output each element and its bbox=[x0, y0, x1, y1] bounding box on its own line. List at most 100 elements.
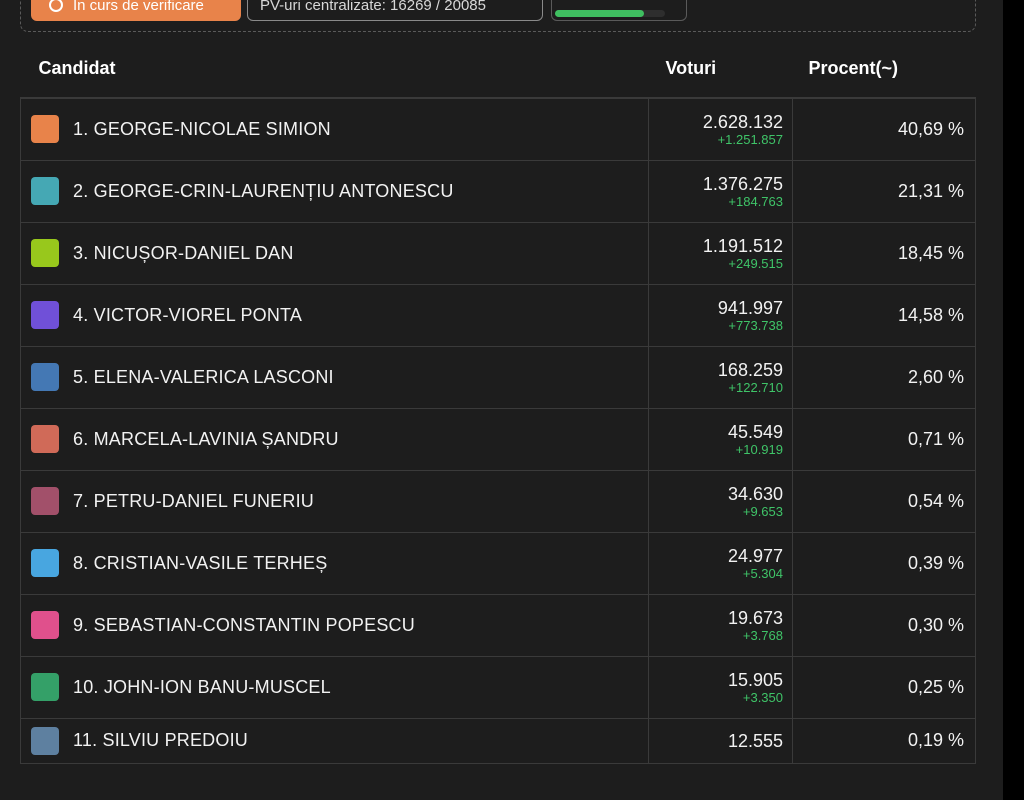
party-color-swatch bbox=[31, 425, 59, 453]
vote-count: 168.259 bbox=[717, 359, 783, 380]
candidate-name: 4. VICTOR-VIOREL PONTA bbox=[73, 304, 303, 325]
table-row[interactable]: 11. SILVIU PREDOIU 12.555 0,19 % bbox=[20, 717, 976, 764]
vote-count: 34.630 bbox=[727, 483, 783, 504]
candidate-name: 8. CRISTIAN-VASILE TERHEȘ bbox=[73, 552, 328, 573]
vote-delta: +3.350 bbox=[742, 689, 783, 705]
vote-delta: +184.763 bbox=[728, 193, 783, 209]
vote-count: 15.905 bbox=[727, 669, 783, 690]
candidate-cell: 11. SILVIU PREDOIU bbox=[20, 717, 649, 764]
vote-delta: +5.304 bbox=[742, 565, 783, 581]
table-row[interactable]: 7. PETRU-DANIEL FUNERIU 34.630 +9.653 0,54 … bbox=[20, 469, 976, 533]
candidate-name: 2. GEORGE-CRIN-LAURENȚIU ANTONESCU bbox=[73, 180, 454, 201]
votes-cell: 24.977 +5.304 bbox=[648, 531, 793, 595]
verification-status-label: În curs de verificare bbox=[73, 0, 204, 14]
votes-cell: 34.630 +9.653 bbox=[648, 469, 793, 533]
vote-delta: +10.919 bbox=[735, 441, 783, 457]
results-panel: În curs de verificare PV-uri centralizat… bbox=[0, 0, 1003, 800]
candidate-name: 6. MARCELA-LAVINIA ȘANDRU bbox=[73, 428, 339, 449]
votes-cell: 19.673 +3.768 bbox=[648, 593, 793, 657]
percent-cell: 0,25 % bbox=[792, 655, 976, 719]
candidate-name: 5. ELENA-VALERICA LASCONI bbox=[73, 366, 334, 387]
party-color-swatch bbox=[31, 239, 59, 267]
percent-cell: 2,60 % bbox=[792, 345, 976, 409]
progress-track bbox=[555, 10, 665, 17]
vote-delta: +122.710 bbox=[728, 379, 783, 395]
vote-delta: +1.251.857 bbox=[717, 131, 783, 147]
vote-count: 1.191.512 bbox=[702, 235, 783, 256]
table-row[interactable]: 5. ELENA-VALERICA LASCONI 168.259 +122.710… bbox=[20, 345, 976, 409]
candidate-cell: 10. JOHN-ION BANU-MUSCEL bbox=[20, 655, 649, 719]
pv-count-badge: PV-uri centralizate: 16269 / 20085 bbox=[247, 0, 543, 21]
column-header-candidate[interactable]: Candidat bbox=[21, 40, 649, 98]
candidate-cell: 9. SEBASTIAN-CONSTANTIN POPESCU bbox=[20, 593, 649, 657]
pv-count-label: PV-uri centralizate: 16269 / 20085 bbox=[260, 0, 486, 14]
party-color-swatch bbox=[31, 115, 59, 144]
candidate-cell: 2. GEORGE-CRIN-LAURENȚIU ANTONESCU bbox=[20, 159, 649, 223]
candidate-name: 10. JOHN-ION BANU-MUSCEL bbox=[73, 676, 331, 697]
party-color-swatch bbox=[31, 301, 59, 329]
candidate-cell: 1. GEORGE-NICOLAE SIMION bbox=[20, 97, 649, 161]
party-color-swatch bbox=[31, 549, 59, 577]
vote-count: 24.977 bbox=[727, 545, 783, 566]
percent-cell: 0,54 % bbox=[792, 469, 976, 533]
table-row[interactable]: 3. NICUȘOR-DANIEL DAN 1.191.512 +249.515 18… bbox=[20, 221, 976, 285]
vote-delta: +249.515 bbox=[728, 255, 783, 271]
vote-count: 19.673 bbox=[727, 607, 783, 628]
verification-status-badge[interactable]: În curs de verificare bbox=[31, 0, 241, 21]
vote-count: 2.628.132 bbox=[702, 111, 783, 132]
table-row[interactable]: 8. CRISTIAN-VASILE TERHEȘ 24.977 +5.304 0,3… bbox=[20, 531, 976, 595]
status-bar: În curs de verificare PV-uri centralizat… bbox=[20, 0, 976, 32]
candidate-name: 7. PETRU-DANIEL FUNERIU bbox=[73, 490, 314, 511]
votes-cell: 15.905 +3.350 bbox=[648, 655, 793, 719]
vote-count: 941.997 bbox=[717, 297, 783, 318]
column-header-votes[interactable]: Voturi bbox=[649, 40, 793, 98]
candidate-cell: 5. ELENA-VALERICA LASCONI bbox=[20, 345, 649, 409]
progress-badge bbox=[551, 0, 687, 21]
percent-cell: 0,39 % bbox=[792, 531, 976, 595]
vote-delta: +773.738 bbox=[728, 317, 783, 333]
percent-cell: 18,45 % bbox=[792, 221, 976, 285]
percent-cell: 0,30 % bbox=[792, 593, 976, 657]
party-color-swatch bbox=[31, 673, 59, 701]
votes-cell: 168.259 +122.710 bbox=[648, 345, 793, 409]
votes-cell: 2.628.132 +1.251.857 bbox=[648, 97, 793, 161]
table-row[interactable]: 6. MARCELA-LAVINIA ȘANDRU 45.549 +10.919 0,… bbox=[20, 407, 976, 471]
vote-delta: +9.653 bbox=[742, 503, 783, 519]
percent-cell: 0,19 % bbox=[792, 717, 976, 764]
candidate-cell: 6. MARCELA-LAVINIA ȘANDRU bbox=[20, 407, 649, 471]
table-row[interactable]: 10. JOHN-ION BANU-MUSCEL 15.905 +3.350 0,25… bbox=[20, 655, 976, 719]
votes-cell: 45.549 +10.919 bbox=[648, 407, 793, 471]
percent-cell: 14,58 % bbox=[792, 283, 976, 347]
table-row[interactable]: 9. SEBASTIAN-CONSTANTIN POPESCU 19.673 +3.… bbox=[20, 593, 976, 657]
percent-cell: 40,69 % bbox=[792, 97, 976, 161]
candidate-name: 1. GEORGE-NICOLAE SIMION bbox=[73, 118, 331, 139]
vote-count: 12.555 bbox=[727, 730, 783, 751]
votes-cell: 12.555 bbox=[648, 717, 793, 764]
candidate-name: 3. NICUȘOR-DANIEL DAN bbox=[73, 242, 294, 263]
party-color-swatch bbox=[31, 363, 59, 391]
results-table: Candidat Voturi Procent(~) 1. GEORGE-NIC… bbox=[20, 40, 976, 764]
gear-icon bbox=[49, 0, 63, 12]
candidate-name: 11. SILVIU PREDOIU bbox=[73, 730, 248, 750]
votes-cell: 941.997 +773.738 bbox=[648, 283, 793, 347]
candidate-name: 9. SEBASTIAN-CONSTANTIN POPESCU bbox=[73, 614, 415, 635]
vote-delta: +3.768 bbox=[742, 627, 783, 643]
table-row[interactable]: 1. GEORGE-NICOLAE SIMION 2.628.132 +1.251.… bbox=[20, 97, 976, 161]
vote-count: 45.549 bbox=[727, 421, 783, 442]
candidate-cell: 7. PETRU-DANIEL FUNERIU bbox=[20, 469, 649, 533]
percent-cell: 21,31 % bbox=[792, 159, 976, 223]
votes-cell: 1.191.512 +249.515 bbox=[648, 221, 793, 285]
party-color-swatch bbox=[31, 611, 59, 639]
votes-cell: 1.376.275 +184.763 bbox=[648, 159, 793, 223]
candidate-cell: 3. NICUȘOR-DANIEL DAN bbox=[20, 221, 649, 285]
table-row[interactable]: 2. GEORGE-CRIN-LAURENȚIU ANTONESCU 1.376.… bbox=[20, 159, 976, 223]
party-color-swatch bbox=[31, 487, 59, 515]
progress-fill bbox=[555, 10, 645, 17]
table-row[interactable]: 4. VICTOR-VIOREL PONTA 941.997 +773.738 14,… bbox=[20, 283, 976, 347]
vote-count: 1.376.275 bbox=[702, 173, 783, 194]
candidate-cell: 4. VICTOR-VIOREL PONTA bbox=[20, 283, 649, 347]
party-color-swatch bbox=[31, 726, 59, 755]
table-header-row: Candidat Voturi Procent(~) bbox=[21, 40, 976, 98]
percent-cell: 0,71 % bbox=[792, 407, 976, 471]
column-header-percent[interactable]: Procent(~) bbox=[793, 40, 976, 98]
